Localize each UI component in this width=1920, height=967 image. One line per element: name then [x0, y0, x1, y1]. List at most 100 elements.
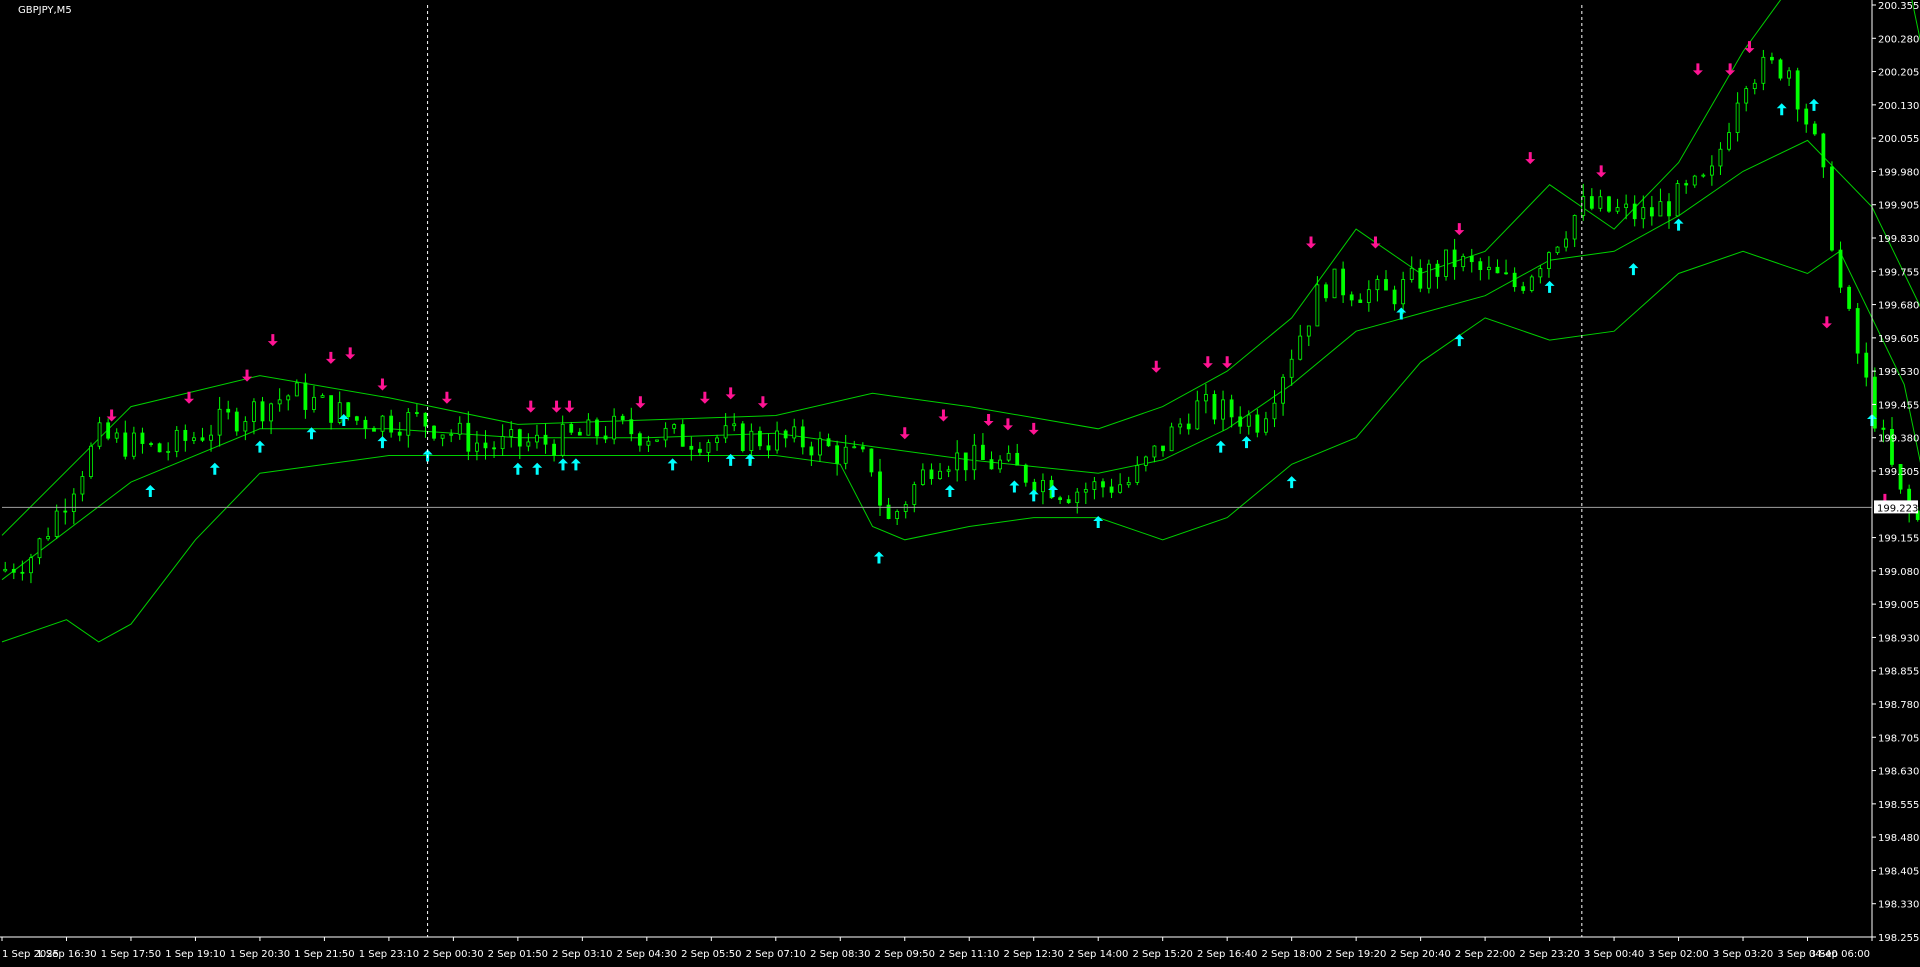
candle-body [1778, 59, 1783, 79]
candle-body [1718, 148, 1723, 167]
candle-body [54, 510, 59, 537]
x-tick-label: 2 Sep 03:10 [552, 949, 612, 960]
candle-body [629, 419, 634, 435]
y-tick-label: 198.480 [1878, 833, 1919, 844]
x-tick-label: 3 Sep 06:00 [1810, 949, 1870, 960]
candle-body [843, 446, 848, 464]
candle-body [1426, 263, 1431, 289]
candle-body [706, 442, 711, 453]
candle-body [1058, 497, 1062, 501]
y-tick-label: 198.855 [1878, 667, 1919, 678]
candle-body [1366, 289, 1371, 303]
candle-body [1461, 255, 1466, 268]
candle-body [1487, 266, 1491, 271]
x-tick-label: 1 Sep 23:10 [359, 949, 419, 960]
candle-body [1435, 263, 1440, 277]
candle-body [414, 412, 419, 414]
candle-body [775, 430, 779, 451]
candle-body [509, 429, 514, 437]
candle-body [269, 403, 273, 422]
candle-body [466, 422, 471, 452]
candle-body [1821, 133, 1826, 168]
candle-body [663, 427, 668, 441]
candle-body [209, 434, 213, 441]
candle-body [1203, 394, 1208, 402]
candle-body [680, 424, 685, 447]
price-chart[interactable]: 200.355 200.280 200.205 200.130 200.055 199.9… [0, 0, 1920, 967]
y-tick-label: 199.530 [1878, 367, 1919, 378]
candle-body [1667, 201, 1671, 217]
candle [157, 442, 162, 453]
candle-body [1083, 489, 1088, 493]
candle-body [1830, 166, 1834, 251]
candle-body [1624, 203, 1629, 208]
candle-body [946, 469, 951, 472]
candle-body [1881, 427, 1886, 430]
y-tick-label: 198.405 [1878, 866, 1919, 877]
candle-body [1324, 284, 1328, 299]
x-tick-label: 2 Sep 09:50 [875, 949, 935, 960]
y-tick-label: 199.080 [1878, 567, 1919, 578]
x-tick-label: 1 Sep 20:30 [230, 949, 290, 960]
candle-body [1023, 464, 1028, 483]
candle-body [11, 568, 16, 573]
candle-body [1538, 268, 1543, 278]
candle-body [620, 415, 625, 421]
x-tick-label: 1 Sep 17:50 [101, 949, 161, 960]
candle-body [1109, 486, 1114, 493]
y-tick-label: 198.780 [1878, 700, 1919, 711]
y-tick-label: 200.280 [1878, 34, 1919, 45]
candle-body [131, 432, 136, 457]
candle-body [449, 433, 454, 436]
candle-body [612, 415, 617, 440]
y-tick-label: 198.555 [1878, 800, 1919, 811]
candle-body [89, 445, 93, 477]
x-tick-label: 2 Sep 19:20 [1326, 949, 1386, 960]
candle [432, 425, 436, 441]
candle-body [1709, 165, 1714, 176]
x-tick-label: 2 Sep 15:20 [1132, 949, 1192, 960]
candle-body [1478, 261, 1483, 271]
candle-body [1006, 452, 1011, 461]
candle [1332, 268, 1337, 299]
candle-body [243, 421, 248, 432]
candle-body [1238, 416, 1243, 427]
candle-body [1075, 491, 1080, 504]
y-tick-label: 198.705 [1878, 733, 1919, 744]
candle-body [329, 395, 334, 423]
candle-body [149, 443, 153, 445]
candle-body [1692, 175, 1697, 186]
y-tick-label: 199.830 [1878, 234, 1919, 245]
y-tick-label: 199.905 [1878, 201, 1919, 212]
candle-body [174, 429, 179, 452]
candle-body [1761, 56, 1766, 84]
candle-body [826, 438, 831, 447]
y-tick-label: 199.005 [1878, 600, 1919, 611]
candle-body [929, 469, 934, 480]
candle-body [800, 426, 805, 448]
candle [1872, 367, 1877, 432]
candle [740, 421, 745, 453]
x-tick-label: 2 Sep 20:40 [1390, 949, 1450, 960]
candle-body [380, 415, 385, 432]
candle-body [200, 437, 205, 441]
candle-body [732, 423, 737, 427]
candle [1847, 285, 1852, 311]
candle-body [1589, 196, 1594, 209]
candle-body [577, 431, 582, 436]
y-tick-label: 199.155 [1878, 534, 1919, 545]
candle-body [166, 450, 171, 453]
candle-body [1555, 246, 1560, 254]
x-tick-label: 2 Sep 00:30 [423, 949, 483, 960]
y-tick-label: 199.455 [1878, 400, 1919, 411]
candle-body [689, 445, 694, 450]
candle-body [397, 431, 402, 436]
candle-body [80, 476, 85, 495]
candle-body [1221, 399, 1225, 420]
candle-body [1615, 207, 1620, 212]
candle [1529, 274, 1534, 293]
candle-body [1864, 352, 1869, 378]
candle-body [37, 538, 42, 559]
candle-body [1752, 82, 1757, 90]
candle [89, 442, 93, 479]
